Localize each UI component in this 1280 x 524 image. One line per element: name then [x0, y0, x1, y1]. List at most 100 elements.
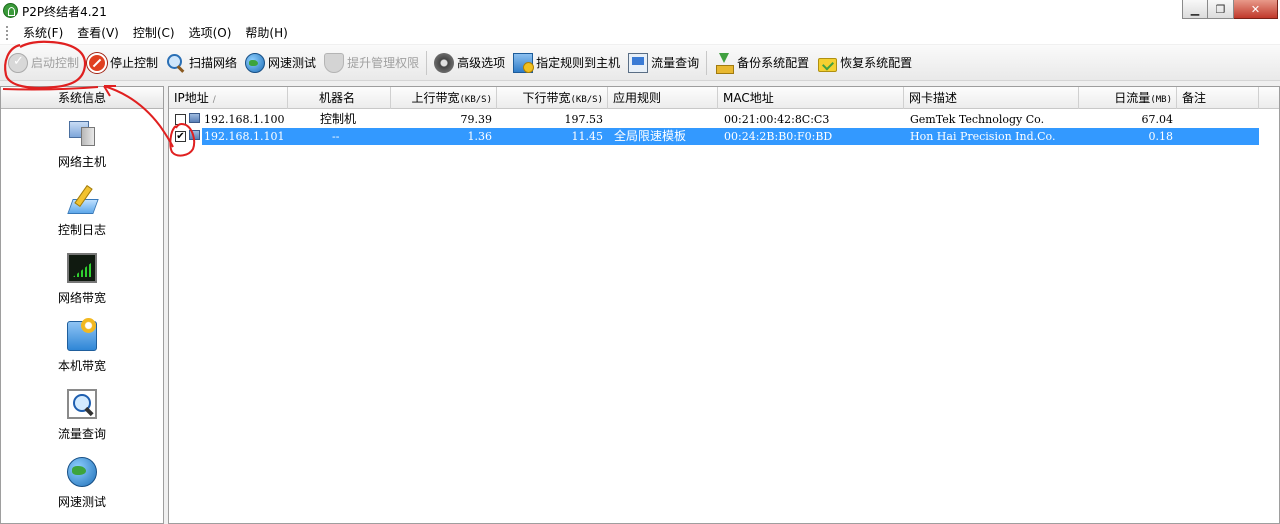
cell-nic: Hon Hai Precision Ind.Co.	[910, 130, 1056, 143]
toolbar: 启动控制 停止控制 扫描网络 网速测试 提升管理权限 高级选项 指定规则到主机 …	[0, 45, 1280, 81]
start-control-button[interactable]: 启动控制	[4, 48, 83, 78]
row-checkbox[interactable]	[175, 114, 186, 125]
cell-ip: 192.168.1.101	[204, 130, 285, 143]
minimize-button[interactable]: ▁	[1182, 0, 1208, 19]
column-nic[interactable]: 网卡描述	[904, 87, 1079, 109]
cell-machine-name: 控制机	[320, 112, 357, 126]
column-ip[interactable]: IP地址 ∕	[169, 87, 288, 109]
gear-icon	[434, 52, 455, 73]
rule-assign-icon	[513, 52, 535, 73]
check-circle-icon	[8, 52, 28, 73]
computer-icon	[189, 130, 200, 140]
start-control-label: 启动控制	[31, 56, 80, 70]
column-download[interactable]: 下行带宽(KB/S)	[497, 87, 608, 109]
sidebar-item-label: 本机带宽	[57, 359, 106, 373]
cell-upload: 79.39	[460, 113, 493, 126]
menu-system[interactable]: 系统(F)	[16, 22, 70, 44]
sidebar-item-network-bandwidth[interactable]: 网络带宽	[1, 253, 163, 306]
cell-daily-flow: 0.18	[1148, 130, 1174, 143]
monitor-icon	[628, 52, 649, 73]
close-button[interactable]: ✕	[1234, 0, 1278, 19]
app-logo-icon	[3, 3, 18, 18]
stop-icon	[87, 52, 108, 73]
sidebar-item-speed-test[interactable]: 网速测试	[1, 457, 163, 510]
window-title: P2P终结者4.21	[22, 5, 107, 19]
sidebar-header[interactable]: 系统信息	[1, 87, 163, 109]
restore-config-label: 恢复系统配置	[840, 56, 913, 70]
sidebar-item-network-host[interactable]: 网络主机	[1, 117, 163, 170]
cell-mac: 00:24:2B:B0:F0:BD	[724, 130, 833, 143]
assign-rule-button[interactable]: 指定规则到主机	[509, 48, 624, 78]
maximize-button[interactable]: ❐	[1208, 0, 1234, 19]
sidebar-item-label: 网络带宽	[57, 291, 106, 305]
shield-icon	[324, 52, 345, 73]
row-checkbox[interactable]: ✔	[175, 131, 186, 142]
menu-grip	[6, 26, 10, 40]
sidebar-item-label: 流量查询	[57, 427, 106, 441]
sort-ascending-icon: ∕	[212, 95, 216, 105]
cell-nic: GemTek Technology Co.	[910, 113, 1045, 126]
elevate-privilege-label: 提升管理权限	[347, 56, 420, 70]
column-machine-name[interactable]: 机器名	[288, 87, 391, 109]
sidebar-item-label: 网络主机	[57, 155, 106, 169]
table-header: IP地址 ∕ 机器名 上行带宽(KB/S) 下行带宽(KB/S) 应用规则 MAC…	[169, 87, 1279, 109]
computer-icon	[189, 113, 200, 123]
title-bar: P2P终结者4.21 ▁ ❐ ✕	[0, 0, 1280, 22]
sidebar-item-flow-query[interactable]: 流量查询	[1, 389, 163, 442]
column-rule[interactable]: 应用规则	[608, 87, 718, 109]
table-row[interactable]: ✔ 192.168.1.101 -- 1.36 11.45 全局限速模板 00:…	[169, 128, 1279, 145]
menu-view[interactable]: 查看(V)	[70, 22, 126, 44]
sidebar-item-label: 网速测试	[57, 495, 106, 509]
menu-control[interactable]: 控制(C)	[126, 22, 182, 44]
cell-ip: 192.168.1.100	[204, 113, 285, 126]
toolbar-separator	[706, 50, 708, 75]
menu-options[interactable]: 选项(O)	[182, 22, 239, 44]
menu-bar: 系统(F) 查看(V) 控制(C) 选项(O) 帮助(H)	[0, 22, 1280, 44]
elevate-privilege-button[interactable]: 提升管理权限	[320, 48, 423, 78]
sidebar-item-label: 控制日志	[57, 223, 106, 237]
scan-network-button[interactable]: 扫描网络	[162, 48, 241, 78]
magnifier-icon	[166, 53, 186, 73]
backup-config-label: 备份系统配置	[737, 56, 810, 70]
advanced-options-button[interactable]: 高级选项	[430, 48, 509, 78]
menu-help[interactable]: 帮助(H)	[238, 22, 294, 44]
cell-rule: 全局限速模板	[614, 129, 687, 143]
flow-query-label: 流量查询	[651, 56, 700, 70]
restore-config-button[interactable]: 恢复系统配置	[813, 48, 916, 78]
cell-machine-name: --	[332, 130, 340, 143]
column-upload[interactable]: 上行带宽(KB/S)	[391, 87, 497, 109]
restore-icon	[817, 53, 838, 73]
backup-config-button[interactable]: 备份系统配置	[710, 48, 813, 78]
cell-download: 11.45	[571, 130, 604, 143]
speed-test-label: 网速测试	[268, 56, 317, 70]
cell-mac: 00:21:00:42:8C:C3	[724, 113, 830, 126]
stop-control-button[interactable]: 停止控制	[83, 48, 162, 78]
cell-note	[1183, 111, 1259, 128]
window-controls: ▁ ❐ ✕	[1182, 0, 1278, 19]
scan-network-label: 扫描网络	[189, 56, 238, 70]
control-log-icon	[67, 185, 97, 215]
flow-query-icon	[67, 389, 97, 419]
column-daily-flow[interactable]: 日流量(MB)	[1079, 87, 1177, 109]
column-mac[interactable]: MAC地址	[718, 87, 904, 109]
host-table: IP地址 ∕ 机器名 上行带宽(KB/S) 下行带宽(KB/S) 应用规则 MAC…	[168, 86, 1280, 524]
network-bandwidth-icon	[67, 253, 97, 283]
speed-test-icon	[67, 457, 97, 487]
download-icon	[714, 52, 735, 74]
cell-download: 197.53	[564, 113, 604, 126]
flow-query-button[interactable]: 流量查询	[624, 48, 703, 78]
speed-test-button[interactable]: 网速测试	[241, 48, 320, 78]
stop-control-label: 停止控制	[110, 56, 159, 70]
cell-daily-flow: 67.04	[1141, 113, 1174, 126]
toolbar-separator	[426, 50, 428, 75]
column-note[interactable]: 备注	[1177, 87, 1259, 109]
sidebar: 系统信息 网络主机 控制日志 网络带宽 本机带宽 流量查询 网速测试	[0, 86, 164, 524]
advanced-options-label: 高级选项	[457, 56, 506, 70]
sidebar-item-control-log[interactable]: 控制日志	[1, 185, 163, 238]
local-bandwidth-icon	[67, 318, 97, 351]
cell-note	[1183, 128, 1259, 145]
table-row[interactable]: 192.168.1.100 控制机 79.39 197.53 00:21:00:…	[169, 111, 1279, 128]
network-host-icon	[67, 117, 97, 147]
cell-rule	[614, 111, 714, 128]
sidebar-item-local-bandwidth[interactable]: 本机带宽	[1, 318, 163, 374]
